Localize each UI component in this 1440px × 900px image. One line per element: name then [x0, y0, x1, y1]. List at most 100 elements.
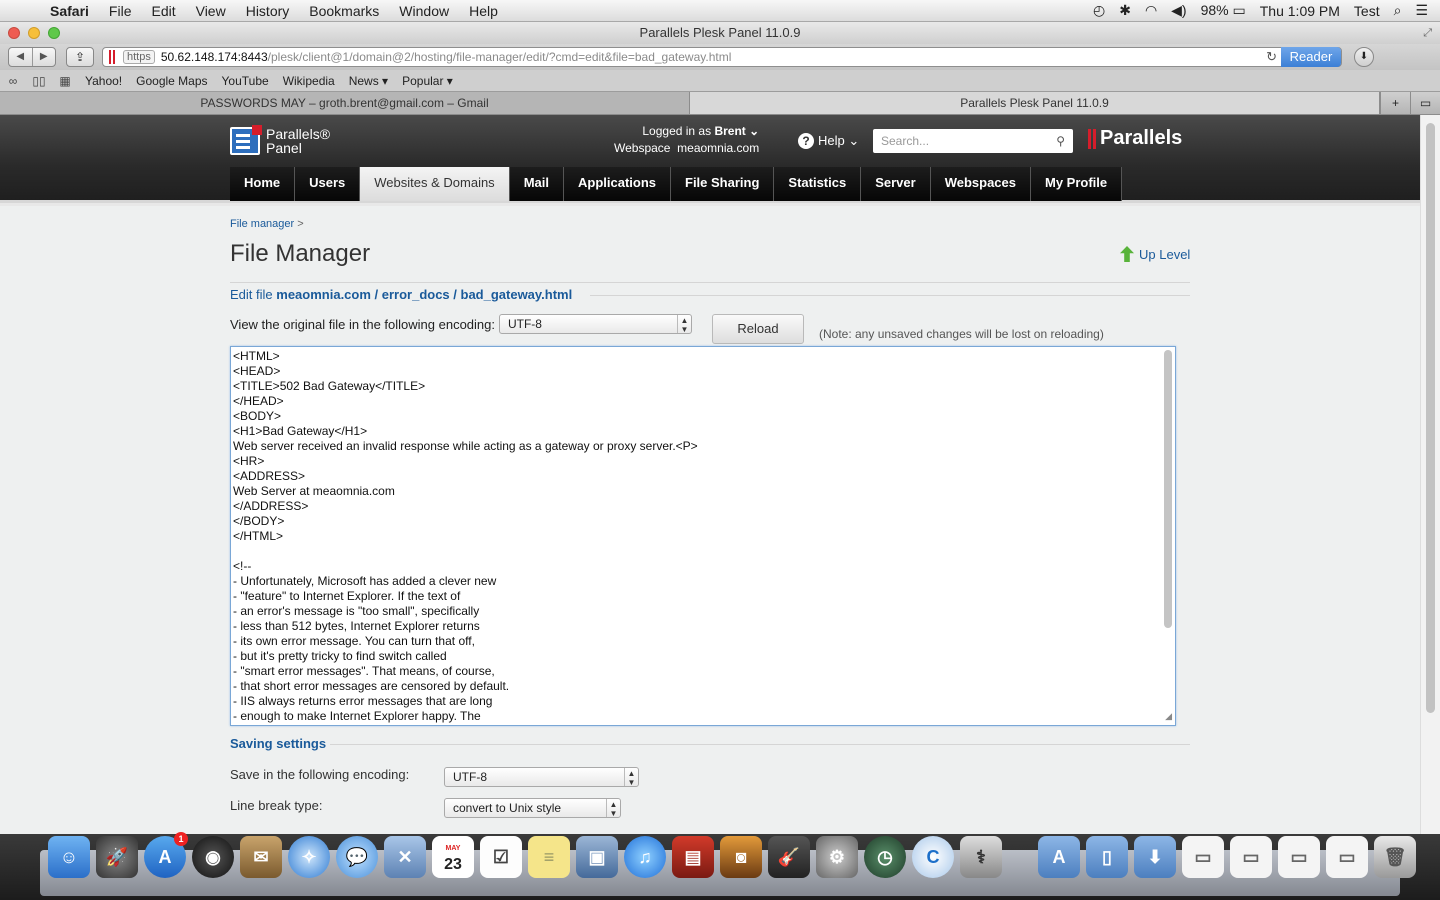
encoding-label: View the original file in the following …: [230, 316, 495, 332]
bluetooth-icon[interactable]: ✱: [1119, 2, 1131, 19]
parallels-brand-logo[interactable]: Parallels: [1088, 127, 1182, 150]
spotlight-icon[interactable]: ⌕: [1394, 2, 1402, 19]
nav-applications[interactable]: Applications: [563, 167, 671, 201]
resize-grip-icon[interactable]: ◢: [1165, 711, 1172, 722]
new-tab-button[interactable]: +: [1380, 92, 1410, 114]
reload-button[interactable]: Reload: [712, 314, 804, 344]
menu-bookmarks[interactable]: Bookmarks: [299, 3, 389, 19]
minimize-window-button[interactable]: [28, 27, 40, 39]
tab-view-button[interactable]: ▭: [1410, 92, 1440, 114]
messages-icon[interactable]: 💬: [336, 836, 378, 878]
nav-my-profile[interactable]: My Profile: [1031, 167, 1123, 201]
screenshot-file-icon[interactable]: ▭: [1230, 836, 1272, 878]
user-menu[interactable]: Test: [1354, 3, 1380, 19]
screenshot-file-icon[interactable]: ▭: [1326, 836, 1368, 878]
garageband-icon[interactable]: 🎸: [768, 836, 810, 878]
nav-file-sharing[interactable]: File Sharing: [671, 167, 775, 201]
file-editor-textarea[interactable]: <HTML> <HEAD> <TITLE>502 Bad Gateway</TI…: [230, 346, 1176, 726]
wifi-icon[interactable]: ◠: [1145, 2, 1157, 19]
forward-button[interactable]: ▶: [33, 48, 56, 66]
page-scrollbar[interactable]: [1420, 115, 1440, 834]
safari-icon[interactable]: ✧: [288, 836, 330, 878]
google-chrome-icon[interactable]: C: [912, 836, 954, 878]
reload-icon[interactable]: ↻: [1266, 49, 1277, 65]
screenshot-file-icon[interactable]: ▭: [1182, 836, 1224, 878]
nav-server[interactable]: Server: [861, 167, 931, 201]
editor-scrollbar[interactable]: [1164, 350, 1173, 720]
app-store-icon[interactable]: A1: [144, 832, 188, 878]
encoding-select[interactable]: UTF-8 ▲ ▼: [498, 314, 692, 334]
system-preferences-icon[interactable]: ⚙: [816, 836, 858, 878]
zoom-window-button[interactable]: [48, 27, 60, 39]
nav-mail[interactable]: Mail: [509, 167, 564, 201]
calendar-icon[interactable]: MAY 23: [432, 836, 474, 878]
time-machine-icon[interactable]: ◴: [1093, 2, 1105, 19]
dashboard-icon[interactable]: ◉: [192, 836, 234, 878]
page-scrollbar-thumb[interactable]: [1426, 123, 1435, 713]
menu-edit[interactable]: Edit: [141, 3, 185, 19]
mail-icon[interactable]: ✕: [384, 836, 426, 878]
tab-gmail[interactable]: PASSWORDS MAY – groth.brent@gmail.com – …: [0, 92, 690, 114]
menu-view[interactable]: View: [186, 3, 236, 19]
close-window-button[interactable]: [8, 27, 20, 39]
editor-scrollbar-thumb[interactable]: [1164, 350, 1172, 628]
menu-file[interactable]: File: [99, 3, 142, 19]
reminders-icon[interactable]: ☑: [480, 836, 522, 878]
bookmark-wikipedia[interactable]: Wikipedia: [276, 74, 342, 88]
bookmark-youtube[interactable]: YouTube: [215, 74, 276, 88]
user-menu-link[interactable]: Brent ⌄: [714, 124, 759, 138]
nav-websites-domains[interactable]: Websites & Domains: [360, 167, 510, 201]
battery-status[interactable]: 98% ▭: [1201, 2, 1246, 19]
parallels-panel-logo[interactable]: Parallels® Panel: [230, 125, 330, 156]
itunes-icon[interactable]: ♫: [624, 836, 666, 878]
mail-stamp-icon[interactable]: ✉: [240, 836, 282, 878]
trash-icon[interactable]: 🗑: [1374, 836, 1416, 878]
bookmark-google-maps[interactable]: Google Maps: [129, 74, 214, 88]
applications-folder-icon[interactable]: A: [1038, 836, 1080, 878]
clock[interactable]: Thu 1:09 PM: [1260, 3, 1340, 19]
nav-statistics[interactable]: Statistics: [774, 167, 862, 201]
menu-help[interactable]: Help: [459, 3, 508, 19]
address-bar[interactable]: https 50.62.148.174:8443 /plesk/client@1…: [102, 47, 1342, 67]
menu-window[interactable]: Window: [389, 3, 459, 19]
finder-icon[interactable]: ☺: [48, 836, 90, 878]
bookmark-popular[interactable]: Popular ▾: [395, 74, 460, 88]
line-break-select[interactable]: convert to Unix style ▲ ▼: [444, 798, 621, 818]
launchpad-icon[interactable]: 🚀: [96, 836, 138, 878]
time-machine-icon[interactable]: ◷: [864, 836, 906, 878]
reading-list-icon[interactable]: ∞: [0, 74, 26, 88]
back-button[interactable]: ◀: [9, 48, 33, 66]
downloads-folder-icon[interactable]: ⬇: [1134, 836, 1176, 878]
logo-line2: Panel: [266, 140, 302, 156]
documents-folder-icon[interactable]: ▯: [1086, 836, 1128, 878]
top-sites-icon[interactable]: ▦: [52, 74, 78, 88]
fullscreen-icon[interactable]: ⤢: [1423, 22, 1432, 44]
tab-plesk[interactable]: Parallels Plesk Panel 11.0.9: [690, 92, 1380, 114]
search-icon[interactable]: ⚲: [1056, 129, 1065, 153]
downloads-icon[interactable]: ⬇: [1354, 47, 1374, 67]
search-input[interactable]: Search... ⚲: [873, 129, 1073, 153]
webspace-selector[interactable]: meaomnia.com: [677, 141, 759, 155]
nav-users[interactable]: Users: [295, 167, 361, 201]
utility-icon[interactable]: ⚕: [960, 836, 1002, 878]
save-encoding-select[interactable]: UTF-8 ▲ ▼: [444, 767, 639, 787]
screenshot-file-icon[interactable]: ▭: [1278, 836, 1320, 878]
share-button[interactable]: ⇪: [66, 47, 94, 67]
up-level-link[interactable]: Up Level: [1120, 246, 1190, 262]
nav-webspaces[interactable]: Webspaces: [930, 167, 1031, 201]
reader-button[interactable]: Reader: [1281, 47, 1341, 67]
notes-icon[interactable]: ≡: [528, 836, 570, 878]
volume-icon[interactable]: ◀): [1171, 2, 1186, 19]
bookmark-news[interactable]: News ▾: [342, 74, 395, 88]
breadcrumb-file-manager[interactable]: File manager: [230, 218, 294, 230]
nav-home[interactable]: Home: [230, 167, 296, 201]
photo-booth-icon[interactable]: ▤: [672, 836, 714, 878]
iphoto-icon[interactable]: ▣: [576, 836, 618, 878]
menu-history[interactable]: History: [236, 3, 300, 19]
menu-app[interactable]: Safari: [40, 3, 99, 19]
notification-center-icon[interactable]: ☰: [1415, 2, 1428, 19]
help-menu[interactable]: ? Help ⌄: [798, 133, 859, 149]
bookmark-yahoo[interactable]: Yahoo!: [78, 74, 129, 88]
facetime-icon[interactable]: ◙: [720, 836, 762, 878]
bookmarks-book-icon[interactable]: ▯▯: [26, 74, 52, 88]
